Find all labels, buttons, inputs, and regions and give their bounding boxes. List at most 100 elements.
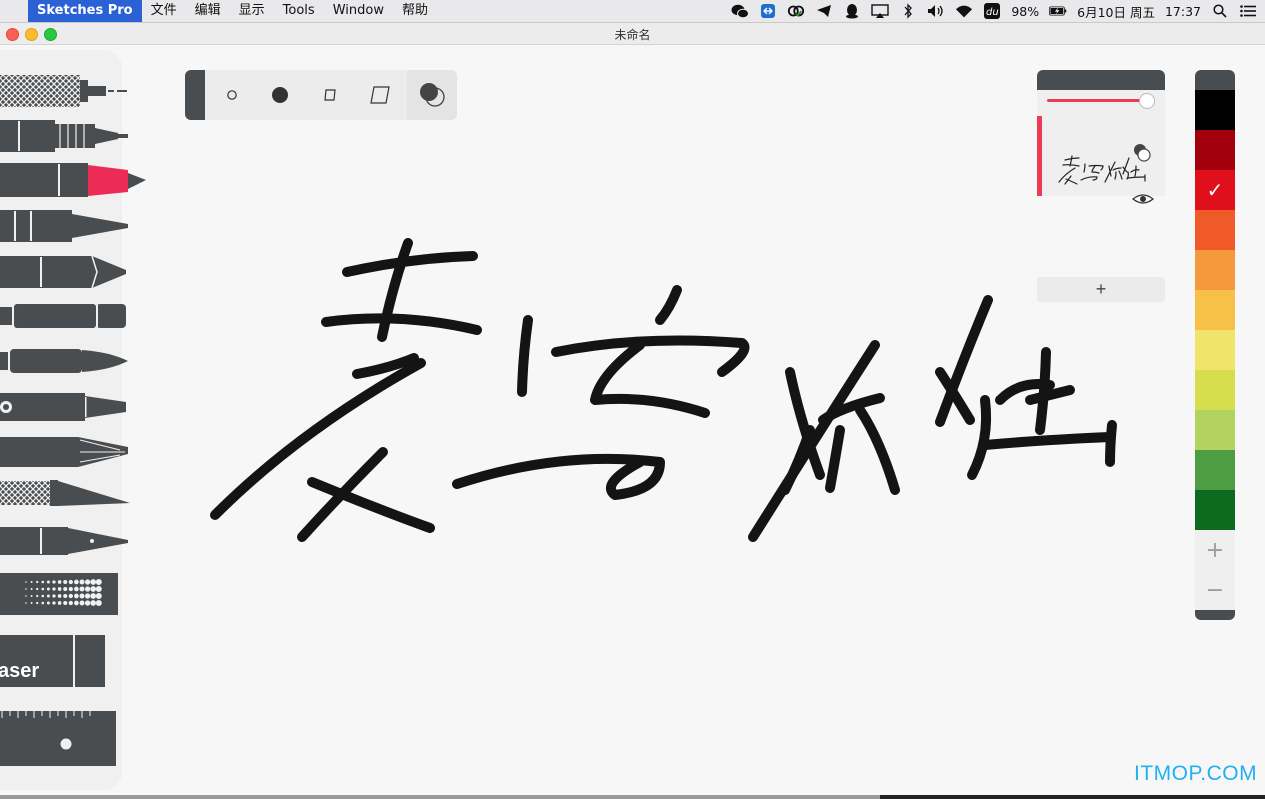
halftone-dot: [95, 578, 102, 586]
halftone-dot: [74, 586, 79, 592]
large-square-icon: [370, 86, 390, 104]
notification-center-icon[interactable]: [1239, 3, 1257, 19]
color-swatch[interactable]: [1195, 410, 1235, 450]
svg-text:du: du: [986, 7, 999, 18]
halftone-dot: [84, 579, 91, 585]
baidu-du-icon[interactable]: du: [983, 3, 1001, 19]
halftone-dot: [95, 592, 102, 600]
halftone-dot: [74, 579, 79, 585]
palette-buttons: + −: [1195, 530, 1235, 610]
minus-icon: −: [1205, 577, 1225, 603]
technical-pen-tool: [0, 75, 127, 107]
color-swatch[interactable]: [1195, 90, 1235, 130]
halftone-dot: [74, 600, 79, 606]
layer-opacity-slider[interactable]: [1047, 99, 1147, 102]
layer-visibility-eye-icon[interactable]: [1132, 192, 1154, 206]
halftone-dot: [30, 602, 33, 604]
marker-tool: [0, 163, 146, 197]
halftone-dot: [63, 601, 68, 605]
menu-file[interactable]: 文件: [142, 0, 186, 22]
halftone-dot: [79, 600, 85, 606]
brush-settings-bar: [185, 70, 457, 120]
wechat-icon[interactable]: [731, 3, 750, 19]
date-display[interactable]: 6月10日 周五: [1077, 2, 1155, 21]
time-display[interactable]: 17:37: [1165, 4, 1201, 19]
sync-icon[interactable]: [787, 3, 805, 19]
qq-icon[interactable]: [843, 3, 861, 19]
halftone-dot: [57, 587, 62, 591]
color-swatch[interactable]: [1195, 490, 1235, 530]
add-layer-button[interactable]: +: [1037, 277, 1165, 302]
halftone-dot: [46, 587, 50, 591]
remove-color-button[interactable]: −: [1195, 570, 1235, 610]
layer-active-indicator: [1037, 116, 1042, 196]
menu-tools[interactable]: Tools: [274, 0, 324, 22]
halftone-dot: [41, 580, 45, 584]
halftone-dot: [63, 580, 68, 584]
halftone-dot: [30, 595, 33, 597]
color-swatch[interactable]: [1195, 290, 1235, 330]
volume-icon[interactable]: [927, 3, 945, 19]
color-swatch[interactable]: [1195, 130, 1235, 170]
ballpoint-tool: [0, 210, 128, 242]
menu-view[interactable]: 显示: [230, 0, 274, 22]
halftone-dot: [74, 593, 79, 599]
layers-panel-handle[interactable]: [1037, 70, 1165, 90]
menu-window[interactable]: Window: [324, 0, 393, 22]
halftone-dot: [41, 601, 45, 605]
menu-help[interactable]: 帮助: [393, 0, 437, 22]
halftone-dot: [95, 585, 102, 593]
color-swatch[interactable]: ✓: [1195, 170, 1235, 210]
teamviewer-icon[interactable]: [759, 3, 777, 19]
brush-settings-handle[interactable]: [185, 70, 205, 120]
app-menu[interactable]: Sketches Pro: [28, 0, 142, 22]
halftone-dot: [52, 601, 56, 605]
color-swatch[interactable]: [1195, 250, 1235, 290]
bluetooth-icon[interactable]: [899, 3, 917, 19]
halftone-dot: [36, 594, 39, 598]
halftone-dot: [46, 580, 50, 584]
halftone-dot: [68, 579, 73, 585]
color-swatch[interactable]: [1195, 210, 1235, 250]
layer-thumbnail: [1058, 155, 1146, 185]
halftone-dot: [52, 580, 56, 584]
small-size-button[interactable]: [217, 70, 247, 120]
pencil-tool: [0, 255, 126, 289]
wifi-icon[interactable]: [955, 3, 973, 19]
halftone-dot: [36, 587, 39, 591]
spotlight-search-icon[interactable]: [1211, 3, 1229, 19]
plus-icon: +: [1205, 537, 1225, 563]
round-brush-tool: [0, 349, 128, 373]
small-circle-icon: [227, 90, 237, 100]
telegram-icon[interactable]: [815, 3, 833, 19]
battery-percent: 98%: [1011, 3, 1040, 19]
opacity-low-button[interactable]: [315, 70, 345, 120]
layer-opacity-knob[interactable]: [1139, 93, 1155, 109]
ruler-tool: [0, 711, 116, 766]
dip-brush-tool: [0, 437, 128, 467]
blend-mode-button[interactable]: [407, 70, 457, 120]
color-swatch[interactable]: [1195, 450, 1235, 490]
eraser-label: aser: [0, 660, 40, 682]
battery-icon[interactable]: [1049, 3, 1067, 19]
color-swatch[interactable]: [1195, 330, 1235, 370]
add-color-button[interactable]: +: [1195, 530, 1235, 570]
small-square-icon: [324, 89, 336, 101]
halftone-dot: [90, 600, 97, 606]
color-swatch[interactable]: [1195, 370, 1235, 410]
halftone-dot: [79, 593, 85, 599]
menu-edit[interactable]: 编辑: [186, 0, 230, 22]
screen-bottom-edge: [0, 795, 1265, 799]
window-title: 未命名: [614, 28, 651, 42]
opacity-high-button[interactable]: [363, 70, 397, 120]
halftone-dot: [57, 580, 62, 584]
knife-tool: [0, 480, 130, 506]
overlapping-circles-icon: [420, 83, 445, 107]
airplay-icon[interactable]: [871, 3, 890, 19]
layer-item[interactable]: [1037, 90, 1165, 204]
large-size-button[interactable]: [265, 70, 295, 120]
layers-panel: [1037, 70, 1165, 204]
watermark-text: ITMOP.COM: [1134, 762, 1258, 785]
halftone-dot: [63, 587, 68, 591]
halftone-dot: [30, 581, 33, 583]
